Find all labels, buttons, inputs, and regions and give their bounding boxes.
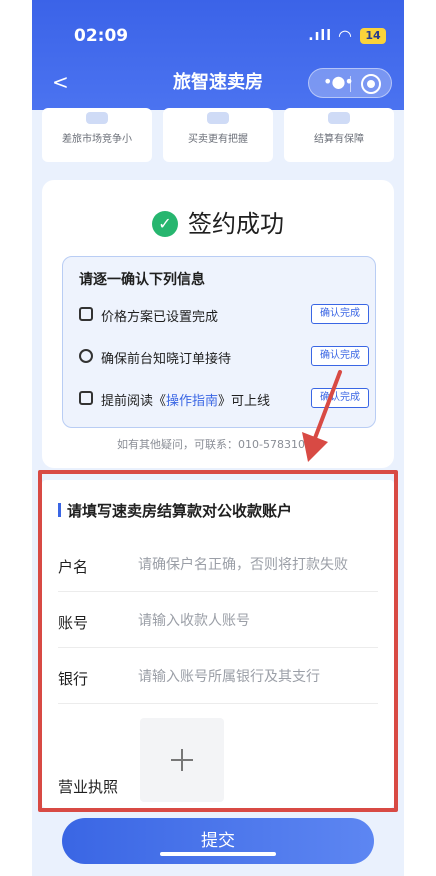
confirm-done-button[interactable]: 确认完成: [311, 346, 369, 366]
home-indicator: [160, 852, 276, 856]
guide-suffix: 》可上线: [218, 394, 271, 409]
nav-bar: < 旅智速卖房 •●•: [32, 62, 404, 102]
feature-icon: [207, 112, 229, 124]
confirm-item-text: 确保前台知晓订单接待: [101, 352, 232, 367]
operation-guide-link[interactable]: 操作指南: [166, 394, 218, 409]
target-icon[interactable]: [361, 74, 381, 94]
check-circle-icon: ✓: [152, 211, 178, 237]
submit-button[interactable]: 提交: [62, 818, 374, 864]
status-time: 02:09: [74, 26, 129, 46]
mini-program-capsule: •●•: [308, 68, 392, 98]
feature-item: 结算有保障: [284, 108, 394, 162]
confirm-item: 价格方案已设置完成 确认完成: [79, 303, 369, 327]
red-arrow-annotation: [302, 370, 342, 462]
confirm-item-text: 价格方案已设置完成: [101, 310, 219, 325]
feature-label: 买卖更有把握: [188, 134, 248, 145]
phone-screen: 02:09 .ıll ◠ 14 < 旅智速卖房 •●• 差旅市场竞争小 买卖更有…: [32, 0, 404, 876]
guide-book-icon: [79, 391, 93, 405]
feature-label: 差旅市场竞争小: [62, 134, 132, 145]
app-header: 02:09 .ıll ◠ 14 < 旅智速卖房 •●•: [32, 0, 404, 110]
more-dots-icon[interactable]: •●•: [323, 72, 354, 91]
status-bar: 02:09 .ıll ◠ 14: [32, 0, 404, 62]
reception-icon: [79, 349, 93, 363]
red-highlight-box: [38, 470, 398, 812]
feature-label: 结算有保障: [314, 134, 364, 145]
feature-icon: [328, 112, 350, 124]
capsule-divider: [350, 76, 351, 92]
feature-row: 差旅市场竞争小 买卖更有把握 结算有保障: [42, 108, 394, 162]
success-title: 签约成功: [188, 210, 284, 238]
success-heading: ✓ 签约成功: [42, 204, 394, 239]
battery-icon: 14: [360, 28, 386, 44]
confirm-done-button[interactable]: 确认完成: [311, 304, 369, 324]
feature-item: 差旅市场竞争小: [42, 108, 152, 162]
guide-prefix: 提前阅读《: [101, 394, 167, 409]
feature-icon: [86, 112, 108, 124]
confirm-item-text: 提前阅读《操作指南》可上线: [101, 390, 270, 409]
signal-icon: .ıll: [308, 28, 332, 44]
confirm-heading: 请逐一确认下列信息: [79, 272, 205, 288]
confirm-item: 确保前台知晓订单接待 确认完成: [79, 345, 369, 369]
feature-item: 买卖更有把握: [163, 108, 273, 162]
wifi-icon: ◠: [338, 26, 352, 45]
price-icon: [79, 307, 93, 321]
